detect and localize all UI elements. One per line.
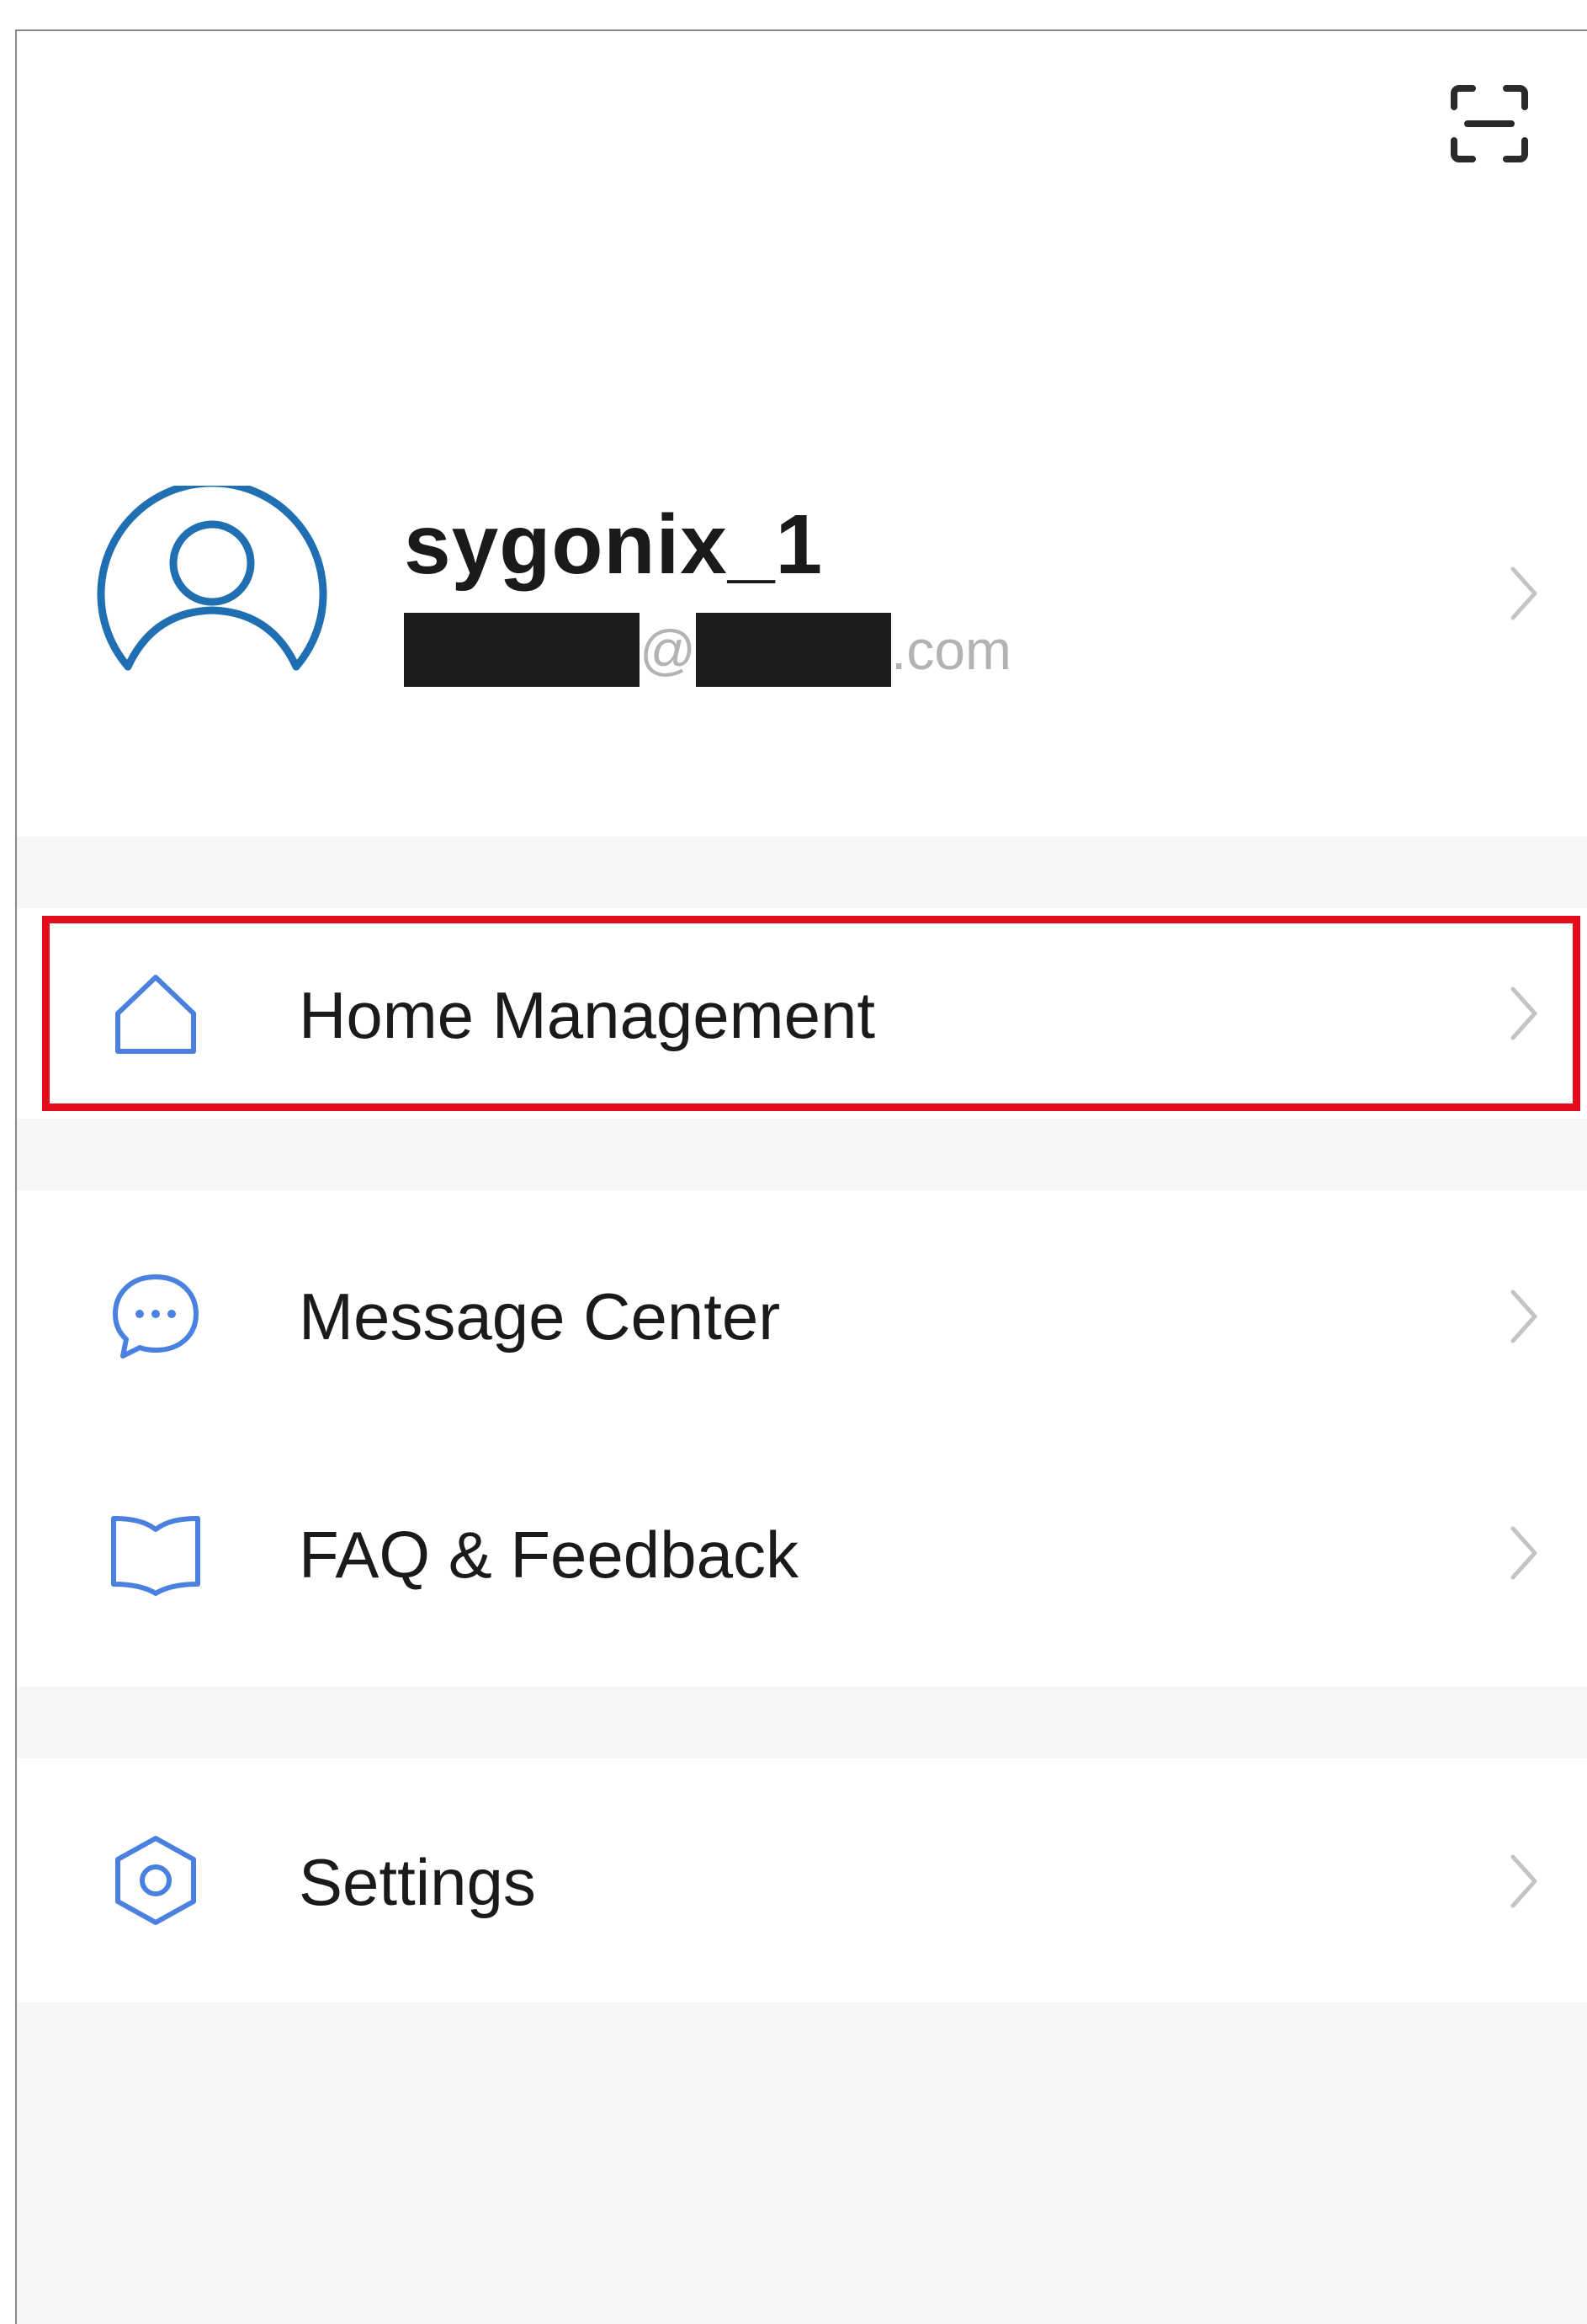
chevron-right-icon: [1510, 566, 1537, 620]
email-suffix: .com: [891, 619, 1012, 681]
menu-item-faq-feedback[interactable]: FAQ & Feedback: [17, 1443, 1587, 1687]
redacted-email-user: [404, 613, 640, 687]
menu-item-message-center[interactable]: Message Center: [17, 1190, 1587, 1443]
username: sygonix_1: [404, 497, 824, 592]
chat-bubble-icon: [113, 1274, 199, 1359]
menu-item-label: FAQ & Feedback: [299, 1518, 799, 1592]
section-divider: [17, 1119, 1587, 1190]
section-divider: [17, 837, 1587, 908]
scan-icon: [1451, 85, 1528, 162]
user-avatar-icon: [97, 486, 327, 671]
menu-item-settings[interactable]: Settings: [17, 1758, 1587, 2002]
chevron-right-icon: [1510, 987, 1537, 1040]
menu-item-home-management[interactable]: Home Management: [17, 908, 1587, 1119]
menu-item-label: Message Center: [299, 1279, 781, 1353]
menu-item-label: Home Management: [299, 978, 876, 1052]
chevron-right-icon: [1510, 1290, 1537, 1343]
redacted-email-domain: [696, 613, 891, 687]
book-icon: [111, 1516, 200, 1596]
section-divider: [17, 1687, 1587, 1758]
email-at-sign: @: [640, 619, 696, 681]
email: @ .com: [404, 613, 1012, 687]
bottom-background: [17, 2002, 1587, 2324]
chevron-right-icon: [1510, 1526, 1537, 1580]
chevron-right-icon: [1510, 1854, 1537, 1908]
menu-item-label: Settings: [299, 1845, 536, 1919]
scan-button[interactable]: [1439, 73, 1540, 174]
home-icon: [115, 975, 196, 1054]
profile-card[interactable]: sygonix_1 @ .com: [17, 435, 1587, 730]
settings-icon: [115, 1836, 196, 1925]
profile-screen: sygonix_1 @ .com Home Management Message…: [15, 29, 1587, 2324]
